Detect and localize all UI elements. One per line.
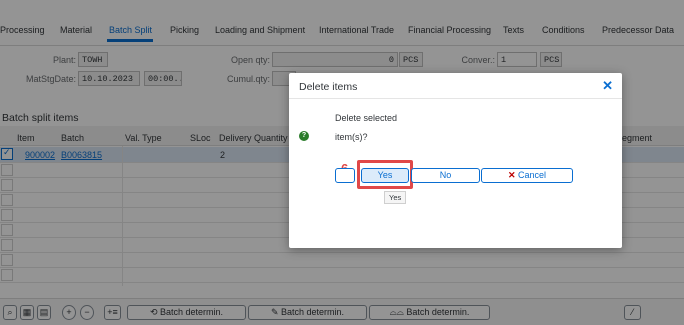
yes-tooltip: Yes <box>384 191 407 204</box>
cancel-button[interactable]: ✕ Cancel <box>481 168 573 183</box>
dialog-message-line2: item(s)? <box>335 132 368 142</box>
close-icon[interactable]: ✕ <box>602 78 613 94</box>
delete-items-dialog: Delete items ✕ Delete selected ? item(s)… <box>289 73 622 248</box>
question-icon: ? <box>299 131 309 141</box>
cancel-label: Cancel <box>518 170 547 180</box>
no-button[interactable]: No <box>411 168 480 183</box>
yes-button-left-edge <box>335 168 355 183</box>
dialog-message-line1: Delete selected <box>335 113 398 123</box>
step-highlight-box <box>357 160 413 189</box>
dialog-title: Delete items <box>299 81 358 93</box>
cancel-x-icon: ✕ <box>507 170 519 180</box>
dialog-divider <box>289 98 622 99</box>
